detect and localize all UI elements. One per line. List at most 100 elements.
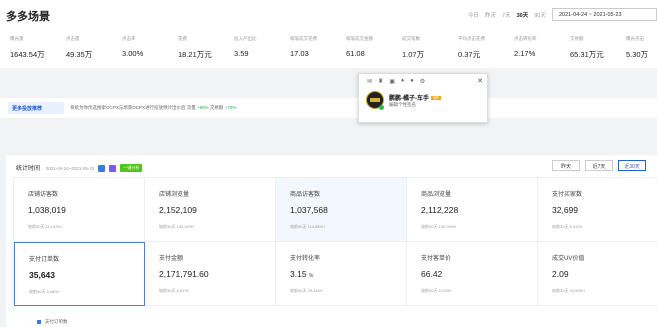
compare-value: 22.93% [569,288,584,293]
compare-label: 较前30天 [29,289,46,294]
metric-value: 3.59 [234,49,249,58]
top-bar: 多多场景 今日 昨天 7天 30天 90天 2021-04-24 ~ 2021-… [0,0,657,28]
stat-compare: 较前30天 130.34%↑ [159,224,194,230]
stat-value: 2.09 [552,269,569,279]
analysis-button[interactable]: 一键分析 [120,164,143,173]
stat-card[interactable]: 成交UV价值 2.09 较前30天 22.93%↑ [538,242,657,306]
gift-icon[interactable]: ♦ [401,78,404,85]
stat-number: 2.09 [552,269,569,279]
stat-number: 35,643 [29,270,55,280]
stat-number: 32,699 [552,205,578,215]
arrow-up-icon: ↑ [449,288,452,293]
stat-label: 商品访客数 [290,192,321,198]
folder-icon[interactable]: ▣ [389,78,395,85]
metric-value: 2.17% [514,49,536,58]
compare-label: 较前30天 [290,288,307,293]
compare-label: 较前30天 [552,288,569,293]
arrow-up-icon: ↑ [187,288,190,293]
mail-icon[interactable]: ✉ [367,78,372,85]
range-30d[interactable]: 近30天 [618,160,646,171]
stat-value: 1,038,019 [28,205,66,215]
profile-popup: ✉ ♜ ▣ ♦ ● ⚙ ✕ 鹏鹏-橘子-车手 VIP 编辑个性签名 [358,73,488,123]
stat-value: 66.42 [421,269,442,279]
metric-item: 每笔成交金额 61.08 [336,28,392,68]
metrics-row: 曝光量 1643.54万 点击量 49.35万 点击率 3.00% 花费 18.21万元… [0,28,657,68]
stat-compare: 较前30天 5.48%↑ [29,289,60,295]
date-range-picker[interactable]: 2021-04-24 ~ 2021-05-23 [552,8,657,21]
compare-label: 较前30天 [159,224,176,229]
metric-label: 投入产出比 [234,36,257,41]
metric-label: 平均点击花费 [458,36,485,41]
stat-compare: 较前30天 29.24%↑ [290,288,323,294]
metric-value: 0.37元 [458,50,481,59]
period-30d[interactable]: 30天 [517,11,529,19]
stat-card[interactable]: 商品浏览量 2,112,228 较前30天 130.05%↑ [407,178,538,242]
stat-compare: 较前30天 5.51%↑ [159,288,190,294]
metric-value: 17.03 [290,49,309,58]
stat-number: 66.42 [421,269,443,279]
stats-title: 统计时间 [16,166,41,172]
mic-icon[interactable]: ● [410,78,414,85]
info-icon[interactable] [108,164,116,172]
metric-value: 5.30万 [626,50,649,59]
chart-legend[interactable]: 支付订单数 [37,319,68,325]
period-7d[interactable]: 7天 [502,11,511,19]
period-today[interactable]: 今日 [468,11,479,19]
shirt-icon[interactable]: ♜ [378,78,383,85]
metric-item: 交易额 65.31万元 [560,28,616,68]
stat-card[interactable]: 支付转化率 3.15 % 较前30天 29.24%↑ [276,242,407,306]
stat-card-selected[interactable]: 支付订单数 35,643 较前30天 5.48%↑ [14,242,145,306]
page-title: 多多场景 [6,11,50,23]
close-icon[interactable]: ✕ [477,77,483,85]
stat-label: 支付订单数 [29,257,60,263]
stat-label: 店铺浏览量 [159,192,190,198]
stat-card[interactable]: 支付买家数 32,699 较前30天 5.41%↑ [538,178,657,242]
calendar-icon[interactable] [98,164,106,172]
profile-signature[interactable]: 编辑个性签名 [389,102,416,108]
compare-label: 较前30天 [290,224,307,229]
stat-label: 支付买家数 [552,192,583,198]
stat-number: 2,112,228 [421,205,459,215]
metric-item: 平均点击花费 0.37元 [448,28,504,68]
stat-card[interactable]: 店铺浏览量 2,152,109 较前30天 130.34%↑ [145,178,276,242]
range-yesterday[interactable]: 昨天 [552,160,580,171]
promo-tag[interactable]: 更多投放推荐 [8,102,64,114]
compare-label: 较前30天 [421,288,438,293]
settings-icon[interactable]: ⚙ [420,78,425,85]
vip-badge: VIP [431,96,441,101]
promo-gain-gmv: +73% [224,105,237,110]
compare-label: 较前30天 [28,224,45,229]
stat-value: 2,152,109 [159,205,197,215]
stats-date-range: 2021-04-24~2021-05-23 [45,166,95,171]
stat-card[interactable]: 商品访客数 1,037,568 较前30天 114.83%↑ [276,178,407,242]
metric-label: 交易额 [570,36,584,41]
stat-compare: 较前30天 130.05%↑ [421,224,456,230]
arrow-up-icon: ↑ [321,288,324,293]
profile-name: 鹏鹏-橘子-车手 VIP [389,93,441,102]
metric-label: 花费 [178,36,187,41]
legend-swatch [37,319,41,324]
compare-value: 130.34% [176,224,193,229]
metric-item: 曝光量 1643.54万 [0,28,56,68]
metric-label: 曝光点击 [626,36,644,41]
promo-text: 系统为你优选搜索OCPX与场景OCPX进行投放预计出价后 流量 +90% 交易额… [70,105,236,111]
metric-item: 每笔成交花费 17.03 [280,28,336,68]
metric-value: 3.00% [122,49,144,58]
stat-card[interactable]: 支付客单价 66.42 较前30天 0.10%↑ [407,242,538,306]
range-7d[interactable]: 近7天 [585,160,613,171]
stat-label: 店铺访客数 [28,192,59,198]
compare-value: 5.51% [176,288,188,293]
compare-value: 29.24% [307,288,322,293]
arrow-up-icon: ↑ [61,224,64,229]
period-90d[interactable]: 90天 [534,11,546,19]
stat-card[interactable]: 支付金额 2,171,791.60 较前30天 5.51%↑ [145,242,276,306]
online-status-icon [379,105,384,110]
stat-value: 3.15 % [290,269,313,279]
stat-card[interactable]: 店铺访客数 1,038,019 较前30天 114.87%↑ [14,178,145,242]
stats-header: 统计时间 2021-04-24~2021-05-23 一键分析 [16,163,143,173]
compare-value: 5.41% [569,224,581,229]
period-yesterday[interactable]: 昨天 [485,11,496,19]
stats-panel: 统计时间 2021-04-24~2021-05-23 一键分析 昨天 近7天 近… [6,155,657,327]
metric-value: 18.21万元 [178,50,212,59]
compare-value: 130.05% [438,224,455,229]
